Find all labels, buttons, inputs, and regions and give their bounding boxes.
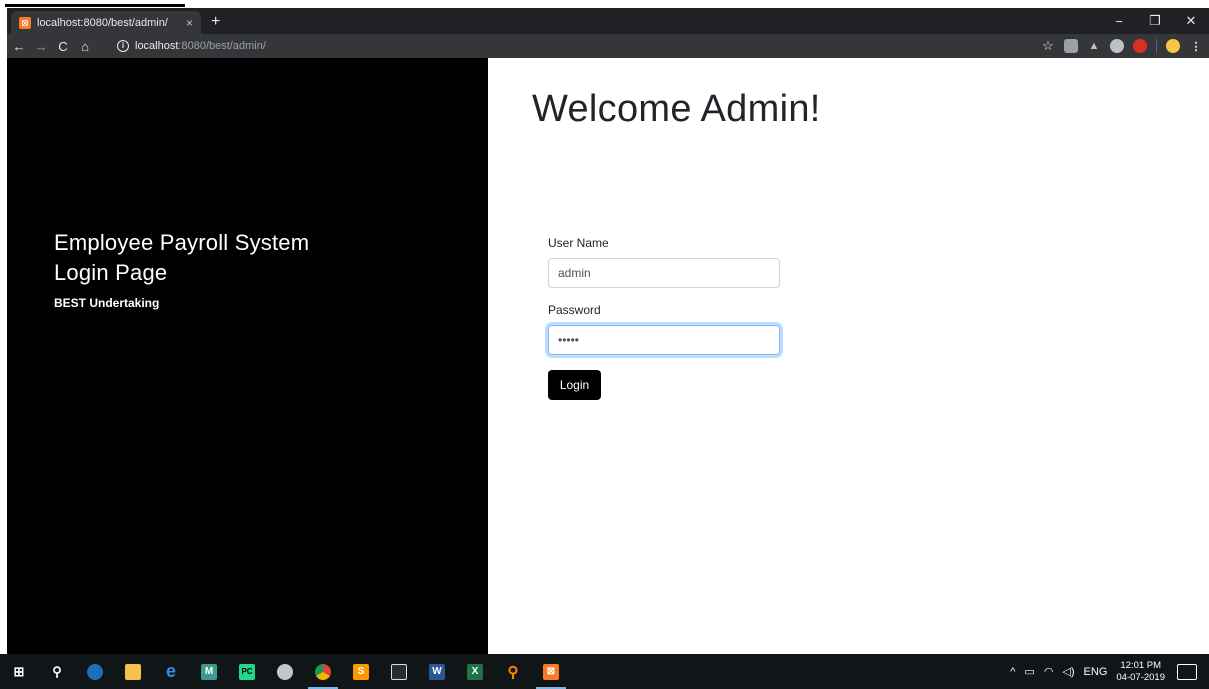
home-button[interactable]: ⌂ — [75, 35, 95, 57]
clock[interactable]: 12:01 PM 04-07-2019 — [1116, 660, 1165, 684]
toolbar-divider — [1156, 39, 1157, 53]
info-icon[interactable]: i — [117, 40, 129, 52]
notifications-icon[interactable] — [1177, 663, 1197, 680]
xampp-icon: ⊠ — [543, 663, 559, 680]
close-window-button[interactable]: ✕ — [1173, 8, 1209, 34]
system-tray: ^ ▭ ◠ ◁) ENG 12:01 PM 04-07-2019 — [1010, 654, 1209, 689]
edge-icon: e — [165, 661, 176, 681]
taskbar-word[interactable]: W — [418, 654, 456, 689]
brand-panel: Employee Payroll System Login Page BEST … — [7, 58, 488, 654]
folder-icon — [125, 663, 141, 680]
page-content: Employee Payroll System Login Page BEST … — [7, 58, 1209, 654]
tab-strip: ⊠ localhost:8080/best/admin/ × + − ❐ ✕ — [7, 8, 1209, 34]
document-strip — [0, 0, 1209, 8]
battery-icon[interactable]: ▭ — [1024, 665, 1034, 678]
minimize-button[interactable]: − — [1101, 8, 1137, 34]
screen: ⊠ localhost:8080/best/admin/ × + − ❐ ✕ ←… — [0, 0, 1209, 689]
drive-icon[interactable]: ▲ — [1087, 39, 1101, 53]
globe-extension-icon[interactable] — [1110, 39, 1124, 53]
taskbar-edge[interactable]: e — [152, 654, 190, 689]
back-button[interactable]: ← — [9, 35, 29, 57]
browser-tab[interactable]: ⊠ localhost:8080/best/admin/ × — [11, 11, 201, 34]
username-value: admin — [558, 266, 591, 280]
address-bar[interactable]: i localhost:8080/best/admin/ — [117, 36, 1027, 56]
taskbar-pycharm[interactable]: PC — [228, 654, 266, 689]
taskbar-java[interactable] — [76, 654, 114, 689]
extension-icon[interactable] — [1064, 39, 1078, 53]
java-icon — [87, 663, 103, 680]
windows-taskbar: ⊞ ⚲ e M PC S W X ⚲ ⊠ ^ ▭ ◠ ◁) ENG 12:01 … — [0, 654, 1209, 689]
tab-title: localhost:8080/best/admin/ — [37, 16, 168, 29]
login-button[interactable]: Login — [548, 370, 601, 400]
word-icon: W — [429, 663, 445, 680]
search-button[interactable]: ⚲ — [38, 654, 76, 689]
username-label: User Name — [548, 236, 609, 250]
browser-menu-icon[interactable]: ⋮ — [1189, 39, 1203, 53]
document-underline — [5, 4, 185, 7]
maximize-button[interactable]: ❐ — [1137, 8, 1173, 34]
url-host: localhost — [135, 40, 179, 52]
m-app-icon: M — [201, 663, 217, 680]
brand-text: Employee Payroll System Login Page BEST … — [54, 228, 309, 310]
username-field[interactable]: admin — [548, 258, 780, 288]
tray-overflow-icon[interactable]: ^ — [1010, 666, 1015, 678]
taskbar-m-app[interactable]: M — [190, 654, 228, 689]
brand-title-line2: Login Page — [54, 260, 168, 285]
taskbar-file-explorer[interactable] — [114, 654, 152, 689]
brand-subtitle: BEST Undertaking — [54, 296, 160, 310]
reload-button[interactable]: C — [53, 35, 73, 57]
taskbar-search-app[interactable]: ⚲ — [494, 654, 532, 689]
password-value: ••••• — [558, 333, 580, 347]
chrome-icon — [315, 663, 331, 680]
password-label: Password — [548, 303, 601, 317]
extensions-area: ☆ ▲ ⋮ — [1032, 34, 1203, 58]
tab-close-icon[interactable]: × — [186, 16, 193, 30]
password-field[interactable]: ••••• — [548, 325, 780, 355]
taskbar-excel[interactable]: X — [456, 654, 494, 689]
brand-title-line1: Employee Payroll System — [54, 230, 310, 255]
login-form: User Name admin Password ••••• Login — [548, 236, 780, 400]
window-controls: − ❐ ✕ — [1101, 8, 1209, 34]
magnifier-icon: ⚲ — [507, 663, 519, 681]
url-path: :8080/best/admin/ — [178, 40, 266, 52]
taskbar-xampp[interactable]: ⊠ — [532, 654, 570, 689]
taskbar-paint[interactable] — [266, 654, 304, 689]
windows-logo-icon: ⊞ — [13, 663, 25, 679]
wifi-icon[interactable]: ◠ — [1044, 665, 1054, 678]
new-tab-button[interactable]: + — [211, 13, 220, 31]
login-panel: Welcome Admin! User Name admin Password … — [488, 58, 1209, 654]
browser-toolbar: ← → C ⌂ i localhost:8080/best/admin/ ☆ ▲… — [7, 34, 1209, 58]
browser-window: ⊠ localhost:8080/best/admin/ × + − ❐ ✕ ←… — [7, 8, 1209, 654]
paint-icon — [277, 663, 293, 680]
language-indicator[interactable]: ENG — [1084, 666, 1108, 678]
start-button[interactable]: ⊞ — [0, 654, 38, 689]
taskbar-terminal[interactable] — [380, 654, 418, 689]
bookmark-star-icon[interactable]: ☆ — [1041, 38, 1055, 53]
sublime-icon: S — [353, 663, 369, 680]
page-title: Welcome Admin! — [532, 88, 821, 130]
forward-button[interactable]: → — [31, 35, 51, 57]
search-icon: ⚲ — [52, 663, 62, 679]
clock-time: 12:01 PM — [1120, 659, 1162, 671]
xampp-favicon-icon: ⊠ — [19, 16, 31, 29]
excel-icon: X — [467, 663, 483, 680]
taskbar-chrome[interactable] — [304, 654, 342, 689]
terminal-icon — [391, 663, 407, 680]
adblock-icon[interactable] — [1133, 39, 1147, 53]
profile-avatar-icon[interactable] — [1166, 39, 1180, 53]
volume-icon[interactable]: ◁) — [1062, 665, 1074, 678]
taskbar-sublime[interactable]: S — [342, 654, 380, 689]
pycharm-icon: PC — [239, 663, 255, 680]
clock-date: 04-07-2019 — [1116, 671, 1165, 683]
